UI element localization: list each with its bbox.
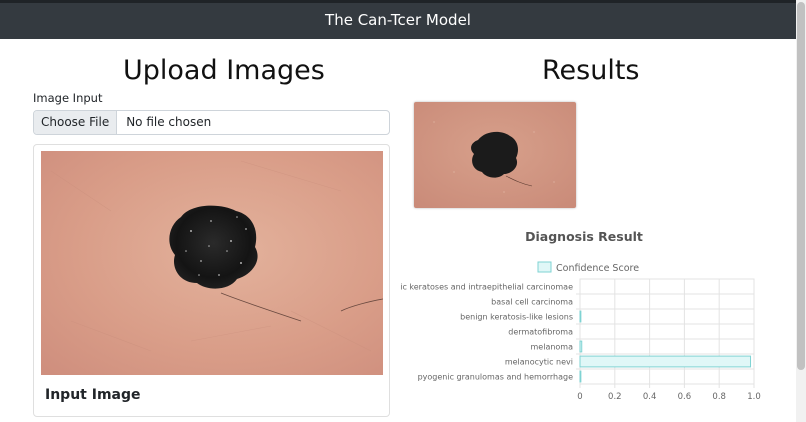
input-image-card: Input Image <box>33 144 390 417</box>
skin-lesion-thumbnail <box>414 102 576 208</box>
image-input-label: Image Input <box>33 91 103 105</box>
diagnosis-chart: Diagnosis Result Confidence Score Actini… <box>400 222 796 408</box>
category-label: melanocytic nevi <box>505 358 573 367</box>
x-tick-label: 1.0 <box>747 392 761 402</box>
result-image <box>414 102 576 208</box>
input-image-caption: Input Image <box>45 387 141 403</box>
file-status-text: No file chosen <box>126 115 212 129</box>
scrollbar-thumb[interactable] <box>797 2 805 370</box>
confidence-bar[interactable] <box>579 340 583 353</box>
category-label: pyogenic granulomas and hemorrhage <box>418 373 573 382</box>
confidence-bar[interactable] <box>579 310 582 323</box>
category-label: Actinic keratoses and intraepithelial ca… <box>400 283 573 292</box>
choose-file-button[interactable]: Choose File <box>34 111 118 134</box>
upload-heading: Upload Images <box>123 55 325 86</box>
x-tick-label: 0 <box>577 392 582 402</box>
page-scrollbar[interactable] <box>796 0 806 422</box>
category-label: basal cell carcinoma <box>491 298 573 307</box>
navbar-brand[interactable]: The Can-Tcer Model <box>0 11 796 29</box>
x-tick-label: 0.4 <box>643 392 657 402</box>
skin-lesion-image <box>41 151 383 375</box>
x-tick-label: 0.8 <box>712 392 726 402</box>
file-input[interactable]: Choose File No file chosen <box>33 110 390 135</box>
category-label: dermatofibroma <box>508 328 573 337</box>
input-image <box>41 151 383 375</box>
diagnosis-chart-svg: Diagnosis Result Confidence Score Actini… <box>400 229 761 402</box>
legend-label[interactable]: Confidence Score <box>556 263 639 274</box>
legend-swatch[interactable] <box>537 261 552 273</box>
category-label: benign keratosis-like lesions <box>460 313 573 322</box>
chart-title: Diagnosis Result <box>525 229 643 244</box>
category-label: melanoma <box>531 343 574 352</box>
x-tick-label: 0.6 <box>678 392 692 402</box>
results-heading: Results <box>542 55 640 86</box>
navbar: The Can-Tcer Model <box>0 0 796 39</box>
confidence-bar[interactable] <box>579 355 752 368</box>
chart-plot-area <box>579 278 755 385</box>
confidence-bar[interactable] <box>579 370 582 383</box>
x-tick-label: 0.2 <box>608 392 622 402</box>
navbar-top-border <box>0 0 796 3</box>
